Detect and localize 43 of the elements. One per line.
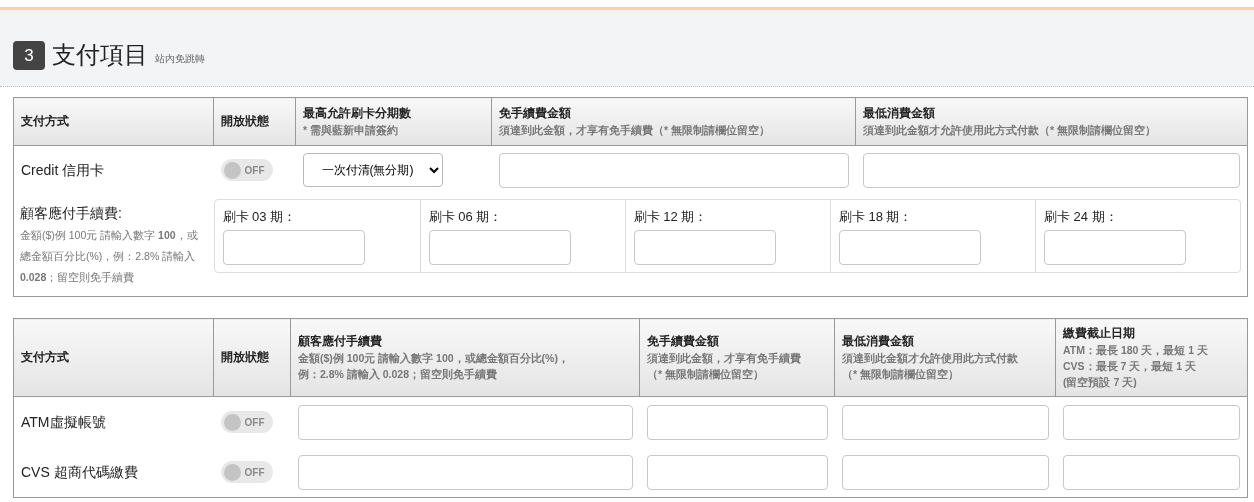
input-field[interactable] <box>498 152 849 188</box>
section-title: 支付項目 <box>52 40 148 70</box>
payment-method: ATM虛擬帳號 <box>21 413 106 430</box>
input-field[interactable] <box>1043 230 1186 265</box>
payment-method: Credit 信用卡 <box>21 161 105 178</box>
column-header: 免手續費金額 須達到此金額，才享有免手續費 （* 無限制請欄位留空） <box>639 318 835 397</box>
column-header: 最低消費金額 須達到此金額才允許使用此方式付款（* 無限制請欄位留空） <box>855 97 1248 146</box>
column-header: 開放狀態 <box>213 97 296 146</box>
column-header: 免手續費金額 須達到此金額，才享有免手續費（* 無限制請欄位留空） <box>491 97 856 146</box>
fee-note: 金額($)例 100元 請輸入數字 100，或總金額百分比(%)，例：2.8% 請輸入 0.028；留空則免手續費 <box>20 228 199 285</box>
column-header: 開放狀態 <box>213 318 291 397</box>
input-field[interactable] <box>841 454 1049 490</box>
input-field[interactable] <box>838 230 981 265</box>
installment-label: 刷卡 18 期： <box>838 208 914 226</box>
installment-select[interactable]: 一次付清(無分期) <box>302 153 443 187</box>
toggle-switch[interactable]: OFF <box>220 461 273 483</box>
input-field[interactable] <box>428 230 571 265</box>
column-header: 最高允許刷卡分期數 * 需與藍新申請簽約 <box>295 97 492 146</box>
input-field[interactable] <box>633 230 776 265</box>
column-header: 支付方式 <box>13 97 214 146</box>
input-field[interactable] <box>862 152 1240 188</box>
section-subtitle: 站內免跳轉 <box>155 52 205 66</box>
column-header: 繳費截止日期 ATM：最長 180 天，最短 1 天 CVS：最長 7 天，最短 1 天 (留空預設 7 天) <box>1055 318 1248 397</box>
toggle-switch[interactable]: OFF <box>220 159 273 181</box>
input-field[interactable] <box>1062 404 1240 440</box>
column-header: 顧客應付手續費 金額($)例 100元 請輸入數字 100，或總金額百分比(%)， 例：2.8% 請輸入 0.028；留空則免手續費 <box>290 318 640 397</box>
installment-label: 刷卡 12 期： <box>633 208 709 226</box>
column-header: 支付方式 <box>13 318 214 397</box>
step-number: 3 <box>13 41 45 70</box>
payment-method: CVS 超商代碼繳費 <box>21 463 138 480</box>
input-field[interactable] <box>646 404 828 440</box>
input-field[interactable] <box>222 230 365 265</box>
installment-label: 刷卡 03 期： <box>222 208 298 226</box>
toggle-switch[interactable]: OFF <box>220 411 273 433</box>
input-field[interactable] <box>646 454 828 490</box>
column-header: 最低消費金額 須達到此金額才允許使用此方式付款 （* 無限制請欄位留空） <box>834 318 1056 397</box>
installment-label: 刷卡 06 期： <box>428 208 504 226</box>
input-field[interactable] <box>1062 454 1240 490</box>
installment-label: 刷卡 24 期： <box>1043 208 1119 226</box>
input-field[interactable] <box>297 404 633 440</box>
input-field[interactable] <box>841 404 1049 440</box>
fee-label: 顧客應付手續費: <box>20 205 123 223</box>
input-field[interactable] <box>297 454 633 490</box>
